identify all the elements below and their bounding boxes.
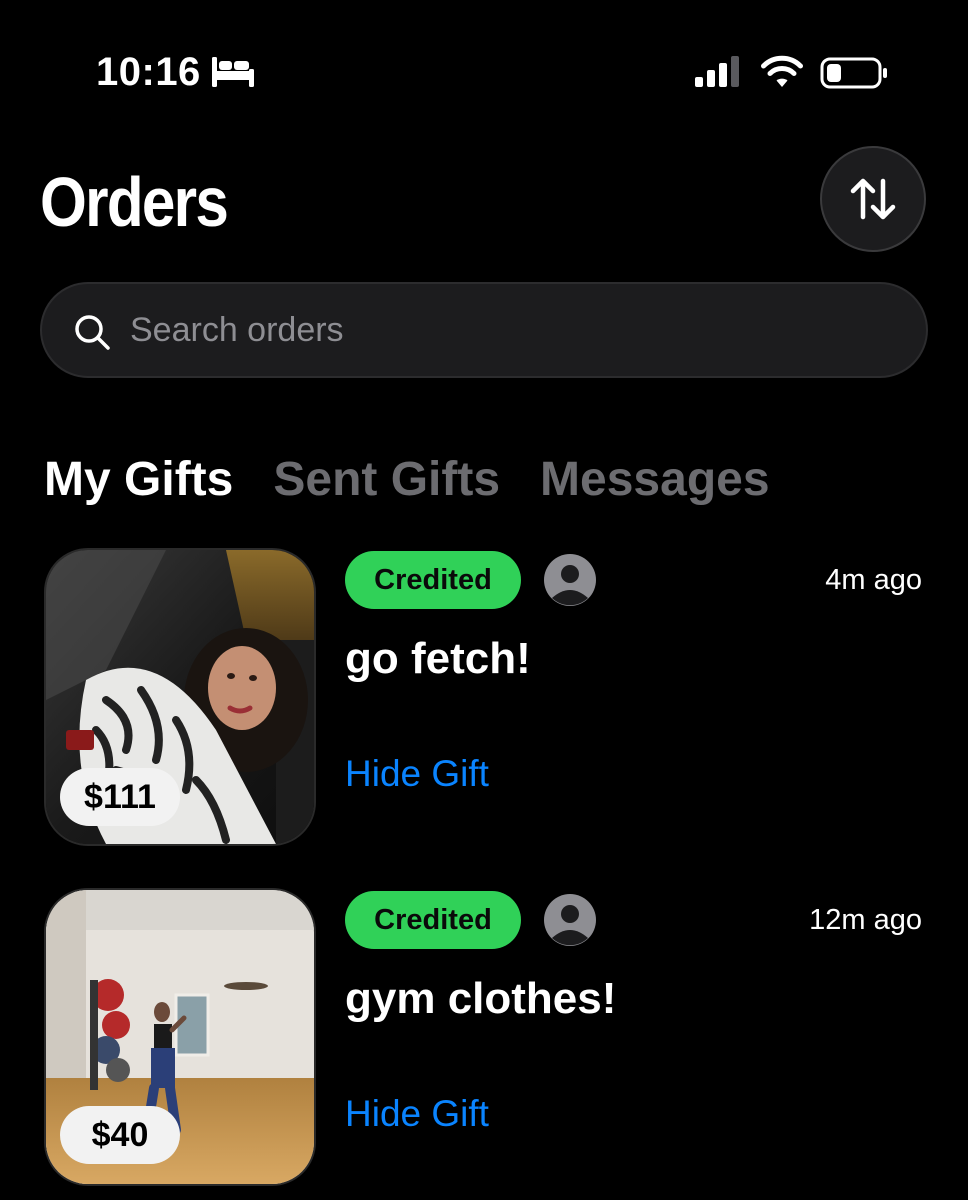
tab-sent-gifts[interactable]: Sent Gifts xyxy=(273,448,500,512)
avatar-icon[interactable] xyxy=(544,554,596,606)
status-badge: Credited xyxy=(345,891,521,949)
tab-my-gifts[interactable]: My Gifts xyxy=(44,448,233,512)
search-bar[interactable] xyxy=(40,282,928,378)
order-list-item[interactable]: $111 Credited 4m ago go fetch! Hide Gift xyxy=(0,548,968,848)
bed-icon xyxy=(212,57,254,87)
sort-button[interactable] xyxy=(820,146,926,252)
hide-gift-link[interactable]: Hide Gift xyxy=(345,1090,489,1138)
status-badge: Credited xyxy=(345,551,521,609)
search-icon xyxy=(75,315,110,350)
order-list-item[interactable]: $40 Credited 12m ago gym clothes! Hide G… xyxy=(0,888,968,1188)
timestamp: 12m ago xyxy=(809,904,922,936)
battery-icon xyxy=(820,57,887,89)
sort-arrows-icon xyxy=(850,178,896,220)
order-title: gym clothes! xyxy=(345,974,617,1023)
price-badge: $40 xyxy=(60,1106,180,1164)
hide-gift-link[interactable]: Hide Gift xyxy=(345,750,489,798)
wifi-icon xyxy=(761,55,803,87)
timestamp: 4m ago xyxy=(825,564,922,596)
status-time: 10:16 xyxy=(96,50,201,94)
order-title: go fetch! xyxy=(345,634,531,683)
avatar-icon[interactable] xyxy=(544,894,596,946)
status-bar: 10:16 xyxy=(0,0,968,140)
tab-bar: My Gifts Sent Gifts Messages xyxy=(44,448,770,512)
price-badge: $111 xyxy=(60,768,180,826)
page-title: Orders xyxy=(40,163,229,241)
search-input[interactable] xyxy=(130,284,890,376)
cellular-signal-icon xyxy=(695,56,739,87)
tab-messages[interactable]: Messages xyxy=(540,448,769,512)
